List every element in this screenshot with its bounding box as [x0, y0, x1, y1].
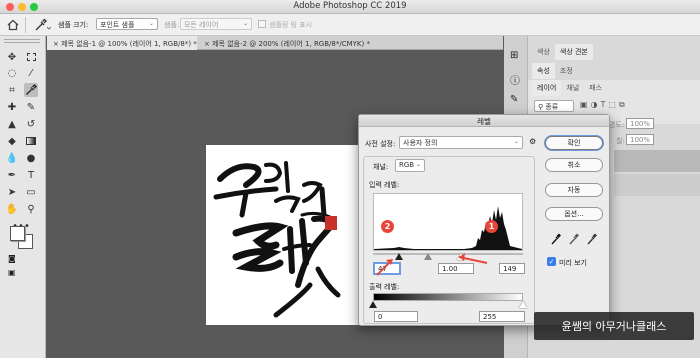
tab-color[interactable]: 색상: [532, 44, 555, 60]
options-bar: 샘플 크기: 포인트 샘플 ⌄ 샘플: 모든 레이어 ⌄ 샘플링 링 표시: [0, 14, 700, 36]
crop-tool-icon[interactable]: ⌗: [5, 83, 19, 97]
document-image[interactable]: [206, 145, 360, 325]
toolbar-grip[interactable]: [4, 39, 40, 43]
document-tab-bar: × 제목 없음-1 @ 100% (레이어 1, RGB/8*) * × 제목 …: [47, 36, 503, 50]
tab-label: 제목 없음-1 @ 100% (레이어 1, RGB/8*) *: [61, 40, 197, 48]
layers-panel-tabs: 레이어 채널 패스: [532, 80, 607, 96]
sample-size-value: 포인트 샘플: [100, 21, 135, 29]
history-brush-tool-icon[interactable]: ↺: [24, 117, 38, 131]
eraser-tool-icon[interactable]: ◆: [5, 134, 19, 148]
magic-wand-tool-icon[interactable]: ⁄: [24, 66, 38, 80]
hand-tool-icon[interactable]: ✋: [5, 202, 19, 216]
clone-stamp-tool-icon[interactable]: ▲: [5, 117, 19, 131]
sample-label: 샘플:: [164, 21, 180, 29]
layer-filter-icons[interactable]: ▣◑T⬚⧉: [580, 100, 628, 110]
history-icon[interactable]: ⊞: [510, 50, 518, 61]
brush-tool-icon[interactable]: ✎: [24, 100, 38, 114]
tab-paths[interactable]: 패스: [584, 80, 607, 96]
move-tool-icon[interactable]: ✥: [5, 50, 19, 64]
kind-label: 종류: [545, 103, 559, 111]
layer-row-selected[interactable]: [614, 150, 700, 172]
tab-layers[interactable]: 레이어: [532, 80, 562, 96]
pen-tool-icon[interactable]: ✒: [5, 168, 19, 182]
blur-tool-icon[interactable]: 💧: [5, 151, 19, 165]
lasso-tool-icon[interactable]: ◌: [5, 66, 19, 80]
dodge-tool-icon[interactable]: ●: [24, 151, 38, 165]
home-icon[interactable]: [6, 18, 20, 32]
info-icon[interactable]: ⓘ: [510, 72, 520, 87]
type-tool-icon[interactable]: T: [24, 168, 38, 182]
layer-row[interactable]: [614, 174, 700, 196]
foreground-color-swatch[interactable]: [10, 226, 25, 241]
document-tab-2[interactable]: × 제목 없음-2 @ 200% (레이어 1, RGB/8*/CMYK) *: [198, 36, 373, 50]
sample-size-label: 샘플 크기:: [58, 21, 89, 29]
fill-label: 칠:: [616, 137, 625, 145]
layer-kind-filter[interactable]: ⚲ 종류: [534, 100, 574, 112]
annotation-arrows: [376, 253, 488, 276]
tab-close-icon[interactable]: ×: [53, 40, 59, 48]
divider: [25, 17, 26, 33]
zoom-tool-icon[interactable]: ⚲: [24, 202, 38, 216]
path-selection-tool-icon[interactable]: ➤: [5, 185, 19, 199]
quick-mask-icon[interactable]: ◙: [8, 254, 36, 264]
tab-properties[interactable]: 속성: [532, 63, 555, 79]
seal-stamp: [325, 216, 337, 230]
window-title: Adobe Photoshop CC 2019: [293, 1, 407, 11]
channel-watermark: 윤쌤의 아무거나클래스: [534, 312, 694, 340]
fill-field[interactable]: 100%: [626, 134, 654, 145]
tab-label: 제목 없음-2 @ 200% (레이어 1, RGB/8*/CMYK) *: [212, 40, 370, 48]
tab-channels[interactable]: 채널: [561, 80, 584, 96]
marquee-tool-icon[interactable]: [24, 50, 38, 64]
opacity-field[interactable]: 100%: [626, 118, 654, 129]
document-tab-1[interactable]: × 제목 없음-1 @ 100% (레이어 1, RGB/8*) *: [47, 36, 197, 50]
rectangle-tool-icon[interactable]: ▭: [24, 185, 38, 199]
color-panel-tabs: 색상 색상 견본: [532, 44, 593, 60]
brush-settings-icon[interactable]: ✎: [510, 94, 518, 105]
tools-panel: ✥ ◌ ⁄ ⌗ ✚ ✎ ▲ ↺ ◆ 💧 ● ✒ T ➤ ▭ ✋ ⚲ ••• ◙ …: [0, 36, 46, 358]
tab-swatches[interactable]: 색상 견본: [554, 44, 593, 60]
tab-adjustments[interactable]: 조정: [555, 63, 578, 79]
tab-close-icon[interactable]: ×: [204, 40, 210, 48]
sample-size-select[interactable]: 포인트 샘플 ⌄: [96, 18, 158, 30]
sample-value: 모든 레이어: [184, 21, 219, 29]
sample-select[interactable]: 모든 레이어 ⌄: [180, 18, 252, 30]
healing-brush-tool-icon[interactable]: ✚: [5, 100, 19, 114]
screen-mode-icon[interactable]: ▣: [8, 268, 36, 278]
properties-panel-tabs: 속성 조정: [532, 63, 578, 79]
show-sampling-ring-label: 샘플링 링 표시: [269, 21, 313, 29]
chevron-down-icon: ⌄: [242, 20, 248, 27]
window-titlebar: Adobe Photoshop CC 2019: [0, 0, 700, 14]
eyedropper-preset-icon[interactable]: [33, 18, 52, 32]
gradient-tool-icon[interactable]: [24, 134, 38, 148]
show-sampling-ring-checkbox[interactable]: [258, 20, 266, 28]
calligraphy-artwork: [213, 161, 341, 318]
eyedropper-tool-icon[interactable]: [24, 83, 38, 97]
chevron-down-icon: ⌄: [148, 20, 154, 27]
levels-dialog: 레벨 사전 설정: 사용자 정의 ⌄ ⚙ 채널: RGB ⌄ 입력 레벨: 47…: [358, 114, 610, 326]
